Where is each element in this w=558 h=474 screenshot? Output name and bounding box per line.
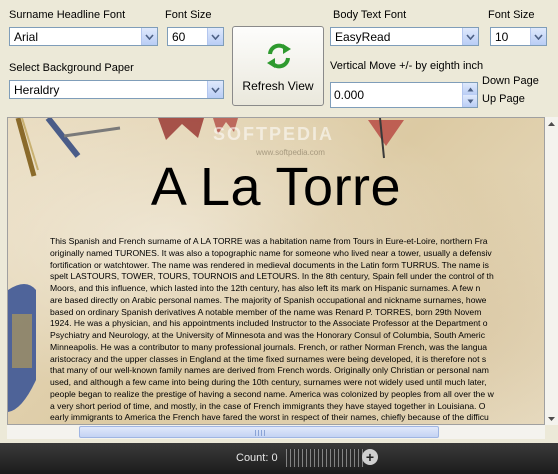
body-text-line: Minneapolis. He was a contributor to man… bbox=[50, 341, 488, 352]
body-text-line: 1924. He was a physician, and his appoin… bbox=[50, 318, 488, 329]
body-text-line: aristocracy and the upper classes in Eng… bbox=[50, 353, 487, 364]
body-text-line: spelt LASTOURS, TOWER, TOURS, TOURNOIS a… bbox=[50, 271, 494, 282]
headline-font-value: Arial bbox=[14, 30, 39, 44]
surname-headline: A La Torre bbox=[150, 157, 402, 217]
document-preview: SOFTPEDIA www.softpedia.com A La Torre T… bbox=[7, 117, 545, 425]
body-font-label: Body Text Font bbox=[333, 9, 407, 21]
chevron-down-icon[interactable] bbox=[207, 28, 223, 45]
zoom-slider[interactable] bbox=[286, 449, 364, 467]
body-text-line: fortification or watchtower. The name wa… bbox=[50, 259, 489, 270]
body-text-line: are based directly on Arabic personal na… bbox=[50, 294, 487, 305]
headline-size-select[interactable]: 60 bbox=[167, 27, 224, 46]
up-page-link[interactable]: Up Page bbox=[482, 93, 525, 105]
body-text-line: people began to realize the prestige of … bbox=[50, 388, 494, 399]
body-text-line: Psychiatry and Neurology, at the Univers… bbox=[50, 330, 485, 340]
headline-font-select[interactable]: Arial bbox=[9, 27, 158, 46]
scroll-up-icon[interactable] bbox=[545, 117, 558, 130]
background-paper-label: Select Background Paper bbox=[9, 62, 134, 74]
body-text-line: originally named TURONES. It was also a … bbox=[50, 247, 492, 258]
vertical-move-spinner[interactable]: 0.000 bbox=[330, 82, 478, 108]
scroll-down-icon[interactable] bbox=[545, 412, 558, 425]
refresh-arrows-icon bbox=[264, 41, 294, 74]
horizontal-scroll-thumb[interactable] bbox=[79, 426, 439, 438]
background-paper-select[interactable]: Heraldry bbox=[9, 80, 224, 99]
spin-down-icon[interactable] bbox=[462, 95, 477, 107]
headline-size-value: 60 bbox=[172, 30, 186, 44]
chevron-down-icon[interactable] bbox=[462, 28, 478, 45]
body-font-select[interactable]: EasyRead bbox=[330, 27, 479, 46]
spin-up-icon[interactable] bbox=[462, 83, 477, 95]
body-text-line: early immigrants to America the French h… bbox=[50, 412, 489, 423]
background-paper-value: Heraldry bbox=[14, 83, 60, 97]
body-font-value: EasyRead bbox=[335, 30, 391, 44]
chevron-down-icon[interactable] bbox=[141, 28, 157, 45]
headline-font-label: Surname Headline Font bbox=[9, 9, 126, 21]
body-size-value: 10 bbox=[495, 30, 509, 44]
body-text-line: based on ordinary Spanish derivatives A … bbox=[50, 306, 482, 317]
down-page-link[interactable]: Down Page bbox=[482, 75, 539, 87]
body-text-line: used, and although a few came into being… bbox=[50, 377, 487, 387]
vertical-move-value: 0.000 bbox=[334, 88, 365, 102]
body-text-line: that many of our well-known family names… bbox=[50, 365, 489, 376]
refresh-view-label: Refresh View bbox=[242, 79, 314, 93]
body-text-line: This Spanish and French surname of A LA … bbox=[50, 236, 488, 246]
status-bar: Count: 0 + bbox=[0, 443, 558, 474]
chevron-down-icon[interactable] bbox=[207, 81, 223, 98]
plus-icon[interactable]: + bbox=[362, 449, 378, 465]
body-size-select[interactable]: 10 bbox=[490, 27, 547, 46]
vertical-scrollbar[interactable] bbox=[545, 117, 558, 425]
body-text-line: a very short period of time, and mostly,… bbox=[50, 400, 486, 411]
body-text: This Spanish and French surname of A LA … bbox=[50, 236, 544, 424]
chevron-down-icon[interactable] bbox=[530, 28, 546, 45]
count-label: Count: 0 bbox=[236, 452, 278, 464]
watermark: SOFTPEDIA bbox=[213, 124, 335, 144]
body-size-label: Font Size bbox=[488, 9, 535, 21]
body-text-line: Moors, and this influence, which lasted … bbox=[50, 283, 481, 293]
vertical-move-label: Vertical Move +/- by eighth inch bbox=[330, 60, 484, 72]
refresh-view-button[interactable]: Refresh View bbox=[232, 26, 324, 106]
horizontal-scrollbar[interactable] bbox=[7, 425, 545, 439]
headline-size-label: Font Size bbox=[165, 9, 212, 21]
